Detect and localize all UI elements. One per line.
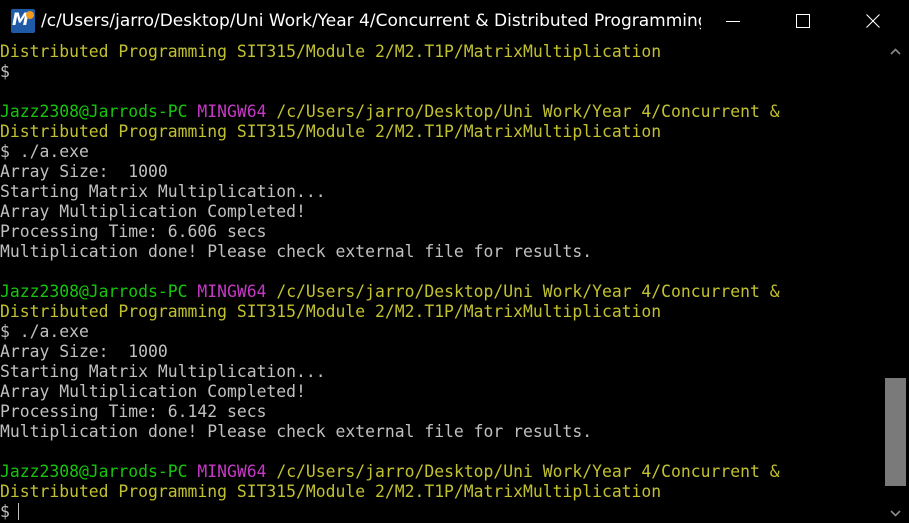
minimize-button[interactable] [698,0,768,42]
terminal-lines: Distributed Programming SIT315/Module 2/… [0,42,882,502]
terminal-text-segment: Distributed Programming SIT315/Module 2/… [0,302,662,321]
maximize-icon [796,14,810,28]
terminal-text-segment: Jazz2308@Jarrods-PC [0,462,188,481]
window-title: /c/Users/jarro/Desktop/Uni Work/Year 4/C… [41,11,701,31]
terminal-text-segment: $ [0,62,10,81]
terminal-line: Distributed Programming SIT315/Module 2/… [0,122,882,142]
terminal-line: Array Size: 1000 [0,162,882,182]
terminal-text-segment: Processing Time: 6.606 secs [0,222,267,241]
terminal-line: Distributed Programming SIT315/Module 2/… [0,482,882,502]
title-bar[interactable]: M /c/Users/jarro/Desktop/Uni Work/Year 4… [0,0,909,42]
terminal-text-segment: Starting Matrix Multiplication... [0,362,326,381]
terminal-prompt-line[interactable]: $ [0,502,882,522]
terminal-text-segment: Processing Time: 6.142 secs [0,402,267,421]
terminal-text-segment: Array Multiplication Completed! [0,202,306,221]
terminal-line: Jazz2308@Jarrods-PC MINGW64 /c/Users/jar… [0,282,882,302]
terminal-text-segment: Multiplication done! Please check extern… [0,422,593,441]
terminal-line: $ ./a.exe [0,142,882,162]
close-button[interactable] [838,0,908,42]
terminal-text-segment: Distributed Programming SIT315/Module 2/… [0,122,662,141]
terminal-line: Distributed Programming SIT315/Module 2/… [0,42,882,62]
vertical-scrollbar[interactable] [882,42,909,523]
terminal-text-segment: $ ./a.exe [0,142,89,161]
terminal-line: Multiplication done! Please check extern… [0,422,882,442]
terminal-text-segment: MINGW64 [197,282,267,301]
terminal-text-segment: MINGW64 [197,462,267,481]
app-icon-dot [26,11,34,19]
terminal-line: Array Size: 1000 [0,342,882,362]
terminal-text-segment: Array Size: 1000 [0,342,168,361]
close-icon [866,14,880,28]
terminal-text-segment: /c/Users/jarro/Desktop/Uni Work/Year 4/C… [266,282,780,301]
scroll-up-button[interactable] [882,42,909,62]
terminal-line: $ ./a.exe [0,322,882,342]
maximize-button[interactable] [768,0,838,42]
terminal-text-segment: Array Multiplication Completed! [0,382,306,401]
mintty-terminal-icon[interactable]: M [11,9,35,33]
terminal-line: Array Multiplication Completed! [0,202,882,222]
terminal-text-segment: Starting Matrix Multiplication... [0,182,326,201]
terminal-line: Processing Time: 6.606 secs [0,222,882,242]
terminal-line: Jazz2308@Jarrods-PC MINGW64 /c/Users/jar… [0,102,882,122]
terminal-text-segment: Jazz2308@Jarrods-PC [0,102,188,121]
terminal-line: $ [0,62,882,82]
terminal-line: Array Multiplication Completed! [0,382,882,402]
terminal-text-segment: $ ./a.exe [0,322,89,341]
terminal-text-segment: Distributed Programming SIT315/Module 2/… [0,42,662,61]
terminal-text-segment: Multiplication done! Please check extern… [0,242,593,261]
scroll-up-arrow-icon [890,48,901,55]
text-cursor [17,503,19,520]
terminal-text-segment: /c/Users/jarro/Desktop/Uni Work/Year 4/C… [266,462,780,481]
terminal-text-segment: Distributed Programming SIT315/Module 2/… [0,482,662,501]
scrollbar-thumb[interactable] [885,378,906,487]
terminal-window: M /c/Users/jarro/Desktop/Uni Work/Year 4… [0,0,909,523]
scroll-down-button[interactable] [882,503,909,523]
terminal-text-segment: Jazz2308@Jarrods-PC [0,282,188,301]
prompt-symbol: $ [0,502,10,521]
terminal-line: Jazz2308@Jarrods-PC MINGW64 /c/Users/jar… [0,462,882,482]
terminal-line: Starting Matrix Multiplication... [0,362,882,382]
terminal-output[interactable]: Distributed Programming SIT315/Module 2/… [0,42,882,523]
terminal-text-segment: Array Size: 1000 [0,162,168,181]
terminal-text-segment: /c/Users/jarro/Desktop/Uni Work/Year 4/C… [266,102,780,121]
terminal-line: Multiplication done! Please check extern… [0,242,882,262]
terminal-text-segment: MINGW64 [197,102,267,121]
scroll-down-arrow-icon [890,510,901,517]
terminal-line: Processing Time: 6.142 secs [0,402,882,422]
minimize-icon [726,21,740,22]
terminal-line: Distributed Programming SIT315/Module 2/… [0,302,882,322]
terminal-line: Starting Matrix Multiplication... [0,182,882,202]
